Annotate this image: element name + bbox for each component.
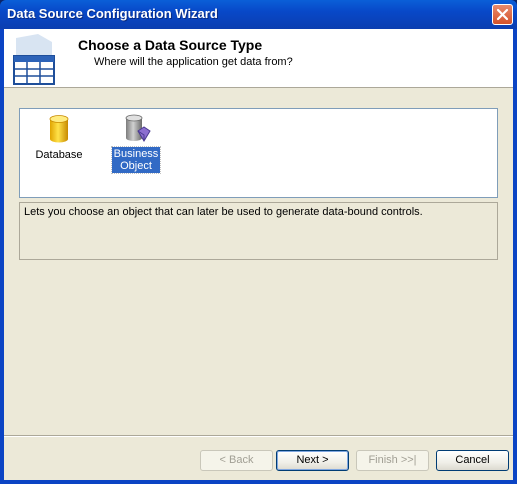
- window-frame-right: [513, 29, 517, 484]
- back-button[interactable]: < Back: [200, 450, 273, 471]
- next-button[interactable]: Next >: [276, 450, 349, 471]
- type-item-database[interactable]: Database: [32, 113, 86, 163]
- title-bar[interactable]: Data Source Configuration Wizard: [0, 0, 517, 29]
- finish-button[interactable]: Finish >>|: [356, 450, 429, 471]
- type-item-business-object[interactable]: Business Object: [109, 113, 163, 174]
- type-description-text: Lets you choose an object that can later…: [24, 206, 423, 218]
- window-frame-bottom: [0, 480, 517, 484]
- database-icon: [49, 115, 69, 143]
- wizard-window: Data Source Configuration Wizard Choose …: [0, 0, 517, 484]
- close-button[interactable]: [492, 4, 513, 25]
- page-title: Choose a Data Source Type: [78, 37, 263, 53]
- cancel-button[interactable]: Cancel: [436, 450, 509, 471]
- data-source-type-list[interactable]: Database Business Object: [19, 108, 498, 198]
- window-title: Data Source Configuration Wizard: [7, 6, 218, 21]
- business-object-icon: [125, 114, 151, 142]
- type-label-database: Database: [35, 149, 83, 161]
- wizard-header: Choose a Data Source Type Where will the…: [4, 29, 513, 88]
- type-description-panel: Lets you choose an object that can later…: [19, 202, 498, 260]
- page-subtitle: Where will the application get data from…: [94, 56, 293, 68]
- footer-divider: [4, 435, 513, 437]
- close-icon: [496, 8, 509, 21]
- dialog-body: Choose a Data Source Type Where will the…: [4, 29, 513, 480]
- data-source-table-icon: [13, 34, 55, 85]
- type-label-business-object: Business Object: [110, 146, 162, 174]
